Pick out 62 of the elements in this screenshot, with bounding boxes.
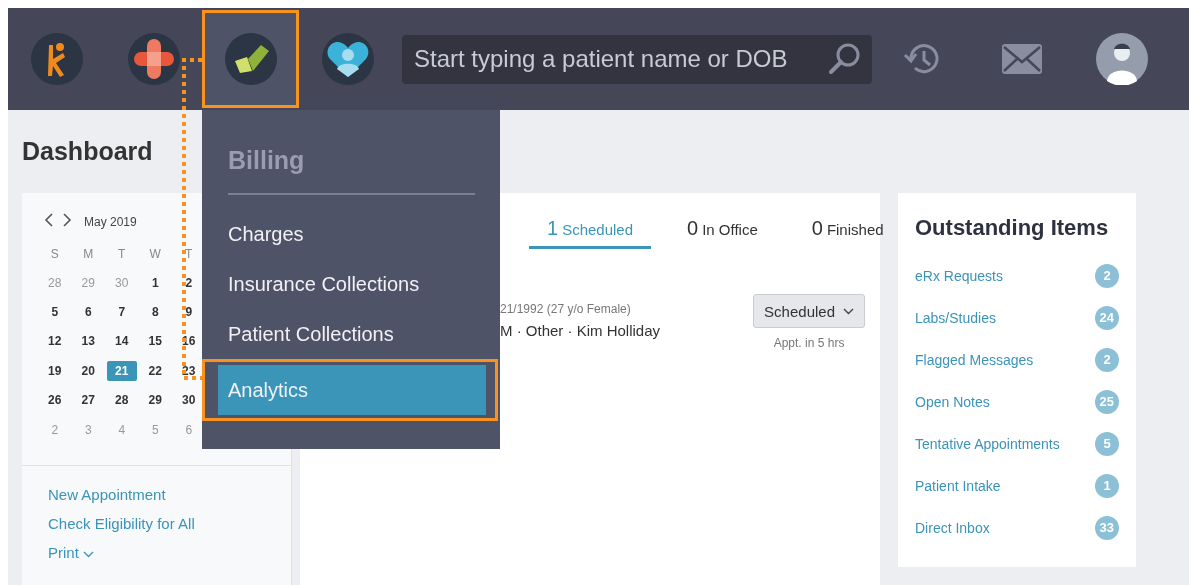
outstanding-link[interactable]: Flagged Messages bbox=[915, 352, 1034, 368]
status-tab[interactable]: 0 Finished bbox=[793, 217, 902, 249]
weekday-label: T bbox=[118, 246, 126, 263]
search-field[interactable]: Start typing a patient name or DOB bbox=[402, 34, 872, 84]
menu-item[interactable]: Insurance Collections bbox=[218, 259, 486, 309]
calendar-day[interactable]: 29 bbox=[140, 390, 171, 411]
count-badge: 1 bbox=[1095, 474, 1119, 498]
figure-logo-icon bbox=[30, 33, 83, 85]
menu-title: Billing bbox=[228, 146, 305, 175]
outstanding-link[interactable]: Patient Intake bbox=[915, 478, 1001, 494]
outstanding-link[interactable]: eRx Requests bbox=[915, 268, 1003, 284]
calendar-day[interactable]: 30 bbox=[173, 390, 204, 411]
calendar-day[interactable]: 1 bbox=[140, 272, 171, 293]
appointment-time: Appt. in 5 hrs bbox=[773, 336, 845, 350]
menu-item[interactable]: Charges bbox=[218, 209, 486, 259]
calendar-day[interactable]: 22 bbox=[140, 360, 171, 381]
calendar-day[interactable]: 8 bbox=[140, 302, 171, 323]
page-title: Dashboard bbox=[22, 137, 153, 166]
weekday-label: M bbox=[83, 246, 94, 263]
avatar-icon[interactable] bbox=[1096, 33, 1148, 85]
status-tab[interactable]: 1 Scheduled bbox=[529, 217, 652, 249]
check-icon bbox=[224, 33, 277, 85]
calendar-day[interactable]: 27 bbox=[73, 390, 104, 411]
calendar-day[interactable]: 19 bbox=[39, 360, 70, 381]
calendar-day[interactable]: 14 bbox=[106, 331, 137, 352]
status-dropdown[interactable]: Scheduled bbox=[753, 294, 865, 328]
outstanding-link[interactable]: Direct Inbox bbox=[915, 520, 990, 536]
calendar-day[interactable]: 7 bbox=[106, 302, 137, 323]
calendar-day[interactable]: 2 bbox=[173, 272, 204, 293]
calendar-day[interactable]: 9 bbox=[173, 302, 204, 323]
calendar-day[interactable]: 28 bbox=[106, 390, 137, 411]
mail-icon[interactable] bbox=[1002, 44, 1042, 74]
weekday-label: W bbox=[149, 246, 161, 263]
month-label: May 2019 bbox=[84, 215, 137, 229]
calendar-day[interactable]: 13 bbox=[73, 331, 104, 352]
status-tab[interactable]: 0 In Office bbox=[669, 217, 776, 249]
outstanding-link[interactable]: Labs/Studies bbox=[915, 310, 996, 326]
appointment-summary: M · Other · Kim Holliday bbox=[500, 322, 661, 339]
app-button[interactable] bbox=[202, 10, 299, 108]
chevron-down-icon bbox=[83, 551, 94, 558]
calendar-day[interactable]: 6 bbox=[73, 302, 104, 323]
card-title: Outstanding Items bbox=[915, 215, 1110, 241]
count-badge: 2 bbox=[1095, 348, 1119, 372]
calendar-day[interactable]: 26 bbox=[39, 390, 70, 411]
calendar-day[interactable]: 5 bbox=[39, 302, 70, 323]
count-badge: 25 bbox=[1094, 390, 1119, 414]
calendar-day[interactable]: 20 bbox=[73, 360, 104, 381]
weekday-label: T bbox=[185, 246, 193, 263]
calendar-day[interactable]: 12 bbox=[39, 331, 70, 352]
outstanding-link[interactable]: Tentative Appointments bbox=[915, 436, 1060, 452]
outstanding-link[interactable]: Open Notes bbox=[915, 394, 990, 410]
menu-item[interactable]: Patient Collections bbox=[218, 309, 486, 359]
chevron-down-icon bbox=[843, 307, 854, 315]
count-badge: 24 bbox=[1094, 306, 1119, 330]
patient-details: 21/1992 (27 y/o Female) bbox=[500, 302, 631, 316]
weekday-label: S bbox=[50, 246, 59, 263]
count-badge: 5 bbox=[1095, 432, 1119, 456]
calendar-day[interactable]: 15 bbox=[140, 331, 171, 352]
search-icon[interactable] bbox=[826, 41, 862, 77]
count-badge: 2 bbox=[1095, 264, 1119, 288]
count-badge: 33 bbox=[1094, 516, 1119, 540]
bandage-icon bbox=[127, 33, 180, 85]
